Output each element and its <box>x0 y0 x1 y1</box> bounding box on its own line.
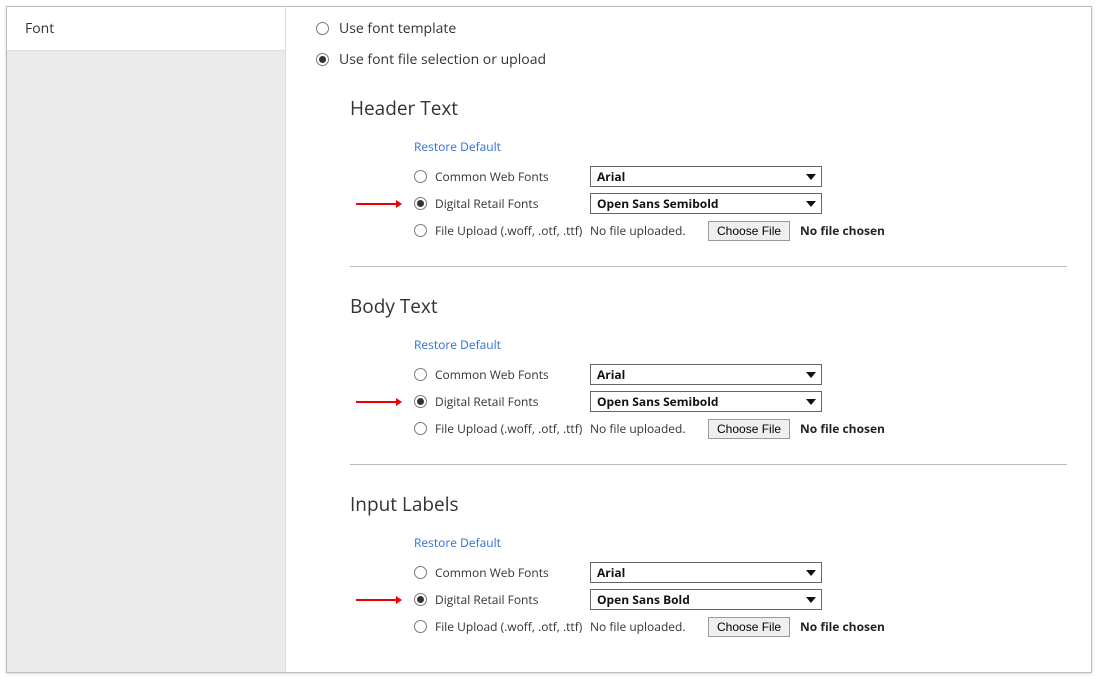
file-upload-status: No file uploaded. <box>590 420 698 437</box>
radio-digital-fonts[interactable] <box>414 395 427 408</box>
section-options: Restore Default Common Web Fonts Arial <box>414 335 1067 442</box>
caret-icon <box>806 372 816 378</box>
caret-icon <box>806 399 816 405</box>
restore-default-link[interactable]: Restore Default <box>414 534 501 551</box>
radio-use-file[interactable] <box>316 53 329 66</box>
common-fonts-label: Common Web Fonts <box>435 168 549 185</box>
radio-common-fonts[interactable] <box>414 566 427 579</box>
section-divider <box>350 464 1067 465</box>
file-chosen-label: No file chosen <box>800 222 885 239</box>
caret-icon <box>806 597 816 603</box>
caret-icon <box>806 570 816 576</box>
row-digital-fonts: Digital Retail Fonts Open Sans Bold <box>414 586 1067 613</box>
section-body-text: Body Text Restore Default Common Web Fon… <box>350 293 1067 442</box>
radio-digital-fonts[interactable] <box>414 593 427 606</box>
caret-icon <box>806 174 816 180</box>
radio-common-fonts[interactable] <box>414 368 427 381</box>
settings-frame: Font Use font template Use font file sel… <box>6 6 1092 673</box>
main-panel: Use font template Use font file selectio… <box>286 7 1091 672</box>
row-common-fonts: Common Web Fonts Arial <box>414 559 1067 586</box>
section-divider <box>350 266 1067 267</box>
digital-fonts-select-value: Open Sans Semibold <box>597 393 719 410</box>
use-template-row[interactable]: Use font template <box>316 19 1067 38</box>
row-common-fonts: Common Web Fonts Arial <box>414 163 1067 190</box>
file-chosen-label: No file chosen <box>800 420 885 437</box>
common-fonts-label: Common Web Fonts <box>435 366 549 383</box>
file-upload-label: File Upload (.woff, .otf, .ttf) <box>435 420 582 437</box>
digital-fonts-label: Digital Retail Fonts <box>435 591 538 608</box>
digital-fonts-label: Digital Retail Fonts <box>435 195 538 212</box>
row-file-upload: File Upload (.woff, .otf, .ttf) No file … <box>414 217 1067 244</box>
common-fonts-label: Common Web Fonts <box>435 564 549 581</box>
use-template-label: Use font template <box>339 19 456 38</box>
common-fonts-select[interactable]: Arial <box>590 562 822 583</box>
section-title: Body Text <box>350 293 1067 319</box>
caret-icon <box>806 201 816 207</box>
radio-file-upload[interactable] <box>414 422 427 435</box>
section-options: Restore Default Common Web Fonts Arial <box>414 533 1067 640</box>
use-file-row[interactable]: Use font file selection or upload <box>316 50 1067 69</box>
section-title: Input Labels <box>350 491 1067 517</box>
sidebar: Font <box>7 7 286 672</box>
radio-digital-fonts[interactable] <box>414 197 427 210</box>
file-upload-label: File Upload (.woff, .otf, .ttf) <box>435 222 582 239</box>
file-upload-status: No file uploaded. <box>590 618 698 635</box>
common-fonts-select[interactable]: Arial <box>590 364 822 385</box>
choose-file-button[interactable]: Choose File <box>708 221 790 241</box>
section-input-labels: Input Labels Restore Default Common Web … <box>350 491 1067 640</box>
row-file-upload: File Upload (.woff, .otf, .ttf) No file … <box>414 613 1067 640</box>
section-header-text: Header Text Restore Default Common Web F… <box>350 95 1067 244</box>
arrow-annotation-icon <box>356 595 402 605</box>
section-options: Restore Default Common Web Fonts Arial <box>414 137 1067 244</box>
digital-fonts-select[interactable]: Open Sans Bold <box>590 589 822 610</box>
choose-file-button[interactable]: Choose File <box>708 419 790 439</box>
row-digital-fonts: Digital Retail Fonts Open Sans Semibold <box>414 388 1067 415</box>
radio-file-upload[interactable] <box>414 620 427 633</box>
row-common-fonts: Common Web Fonts Arial <box>414 361 1067 388</box>
choose-file-button[interactable]: Choose File <box>708 617 790 637</box>
file-chosen-label: No file chosen <box>800 618 885 635</box>
arrow-annotation-icon <box>356 397 402 407</box>
digital-fonts-select-value: Open Sans Bold <box>597 591 690 608</box>
radio-common-fonts[interactable] <box>414 170 427 183</box>
restore-default-link[interactable]: Restore Default <box>414 138 501 155</box>
file-upload-status: No file uploaded. <box>590 222 698 239</box>
file-upload-label: File Upload (.woff, .otf, .ttf) <box>435 618 582 635</box>
row-file-upload: File Upload (.woff, .otf, .ttf) No file … <box>414 415 1067 442</box>
restore-default-link[interactable]: Restore Default <box>414 336 501 353</box>
digital-fonts-label: Digital Retail Fonts <box>435 393 538 410</box>
digital-fonts-select[interactable]: Open Sans Semibold <box>590 193 822 214</box>
arrow-annotation-icon <box>356 199 402 209</box>
common-fonts-select-value: Arial <box>597 564 625 581</box>
radio-file-upload[interactable] <box>414 224 427 237</box>
common-fonts-select-value: Arial <box>597 366 625 383</box>
sidebar-tab-font[interactable]: Font <box>7 7 285 51</box>
radio-use-template[interactable] <box>316 22 329 35</box>
row-digital-fonts: Digital Retail Fonts Open Sans Semibold <box>414 190 1067 217</box>
common-fonts-select-value: Arial <box>597 168 625 185</box>
use-file-label: Use font file selection or upload <box>339 50 546 69</box>
section-title: Header Text <box>350 95 1067 121</box>
digital-fonts-select-value: Open Sans Semibold <box>597 195 719 212</box>
common-fonts-select[interactable]: Arial <box>590 166 822 187</box>
digital-fonts-select[interactable]: Open Sans Semibold <box>590 391 822 412</box>
